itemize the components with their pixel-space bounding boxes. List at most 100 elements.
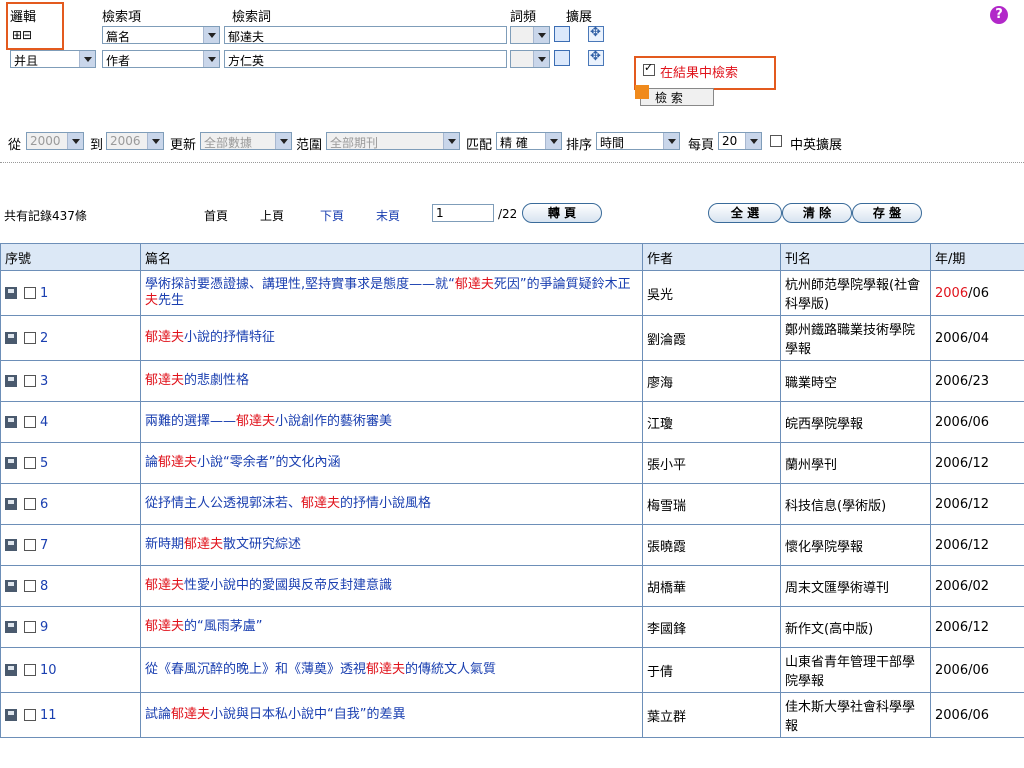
row-checkbox[interactable] (24, 709, 36, 721)
save-icon[interactable] (5, 621, 17, 633)
row-title-link[interactable]: 論郁達夫小說“零余者”的文化內涵 (145, 455, 341, 470)
go-page-button[interactable]: 轉 頁 (522, 203, 602, 223)
row-author[interactable]: 廖海 (642, 360, 781, 402)
row-title-cell[interactable]: 從《春風沉醉的晚上》和《薄奠》透視郁達夫的傳統文人氣質 (140, 647, 643, 693)
save-icon[interactable] (5, 580, 17, 592)
row-title-link[interactable]: 試論郁達夫小說與日本私小說中“自我”的差異 (145, 707, 406, 722)
row-title-link[interactable]: 郁達夫小說的抒情特征 (145, 330, 275, 345)
row-journal[interactable]: 蘭州學刊 (780, 442, 931, 484)
row-journal[interactable]: 科技信息(學術版) (780, 483, 931, 525)
prev-page-link[interactable]: 上頁 (260, 207, 284, 224)
row-author[interactable]: 張小平 (642, 442, 781, 484)
word-freq-icon[interactable] (554, 26, 570, 42)
sort-select[interactable]: 時間 (596, 132, 680, 150)
save-icon[interactable] (5, 287, 17, 299)
row-author[interactable]: 李國鋒 (642, 606, 781, 648)
save-icon[interactable] (5, 457, 17, 469)
row-journal[interactable]: 山東省青年管理干部學院學報 (780, 647, 931, 693)
clear-button[interactable]: 清 除 (782, 203, 852, 223)
row-author[interactable]: 江瓊 (642, 401, 781, 443)
save-icon[interactable] (5, 539, 17, 551)
search-within-checkbox[interactable]: ✓ (643, 61, 655, 76)
row-checkbox[interactable] (24, 498, 36, 510)
freq-select-2[interactable] (510, 50, 550, 68)
row-author[interactable]: 葉立群 (642, 692, 781, 738)
row-title-link[interactable]: 兩難的選擇——郁達夫小說創作的藝術審美 (145, 414, 392, 429)
row-checkbox[interactable] (24, 332, 36, 344)
save-icon[interactable] (5, 375, 17, 387)
save-icon[interactable] (5, 664, 17, 676)
expand-icon[interactable] (588, 25, 604, 42)
next-page-link[interactable]: 下頁 (320, 207, 344, 224)
row-journal[interactable]: 皖西學院學報 (780, 401, 931, 443)
row-author[interactable]: 劉淪霞 (642, 315, 781, 361)
row-title-link[interactable]: 新時期郁達夫散文研究綜述 (145, 537, 301, 552)
expand-icon[interactable] (588, 49, 604, 66)
row-checkbox[interactable] (24, 580, 36, 592)
cn-en-expand-checkbox[interactable] (770, 135, 782, 147)
row-title-link[interactable]: 學術探討要憑證據、講理性,堅持實事求是態度——就“郁達夫死因”的爭論質疑鈴木正夫… (145, 277, 631, 308)
scope-select[interactable]: 全部期刊 (326, 132, 460, 150)
freq-select-1[interactable] (510, 26, 550, 44)
row-journal[interactable]: 新作文(高中版) (780, 606, 931, 648)
row-title-link[interactable]: 從《春風沉醉的晚上》和《薄奠》透視郁達夫的傳統文人氣質 (145, 662, 496, 677)
save-button[interactable]: 存 盤 (852, 203, 922, 223)
row-journal[interactable]: 周末文匯學術導刊 (780, 565, 931, 607)
row-title-cell[interactable]: 試論郁達夫小說與日本私小說中“自我”的差異 (140, 692, 643, 738)
row-title-link[interactable]: 郁達夫的“風雨茅盧” (145, 619, 263, 634)
row-journal[interactable]: 杭州師范學院學報(社會科學版) (780, 270, 931, 316)
save-icon[interactable] (5, 332, 17, 344)
to-year-select[interactable]: 2006 (106, 132, 164, 150)
row-author[interactable]: 于倩 (642, 647, 781, 693)
row-title-cell[interactable]: 郁達夫的“風雨茅盧” (140, 606, 643, 648)
save-icon[interactable] (5, 709, 17, 721)
field-select-2[interactable]: 作者 (102, 50, 220, 68)
term-input-1[interactable]: 郁達夫 (224, 26, 507, 44)
word-freq-icon[interactable] (554, 50, 570, 66)
row-checkbox[interactable] (24, 621, 36, 633)
select-all-button[interactable]: 全 選 (708, 203, 782, 223)
row-author[interactable]: 梅雪瑞 (642, 483, 781, 525)
row-journal[interactable]: 鄭州鐵路職業技術學院學報 (780, 315, 931, 361)
row-journal[interactable]: 懷化學院學報 (780, 524, 931, 566)
help-icon[interactable]: ? (990, 6, 1008, 24)
row-journal[interactable]: 佳木斯大學社會科學學報 (780, 692, 931, 738)
row-title-link[interactable]: 從抒情主人公透視郭沫若、郁達夫的抒情小說風格 (145, 496, 431, 511)
expand-collapse-icons[interactable]: ⊞⊟ (12, 28, 32, 42)
row-year: 2006 (935, 707, 969, 723)
per-page-select[interactable]: 20 (718, 132, 762, 150)
row-title-cell[interactable]: 新時期郁達夫散文研究綜述 (140, 524, 643, 566)
row-journal[interactable]: 職業時空 (780, 360, 931, 402)
save-icon[interactable] (5, 416, 17, 428)
save-icon[interactable] (5, 498, 17, 510)
row-title-cell[interactable]: 學術探討要憑證據、講理性,堅持實事求是態度——就“郁達夫死因”的爭論質疑鈴木正夫… (140, 270, 643, 316)
row-title-cell[interactable]: 郁達夫小說的抒情特征 (140, 315, 643, 361)
first-page-link[interactable]: 首頁 (204, 207, 228, 224)
term-input-2[interactable]: 方仁英 (224, 50, 507, 68)
row-author[interactable]: 張曉霞 (642, 524, 781, 566)
last-page-link[interactable]: 末頁 (376, 207, 400, 224)
update-select[interactable]: 全部數據 (200, 132, 292, 150)
field-select-1[interactable]: 篇名 (102, 26, 220, 44)
row-checkbox[interactable] (24, 664, 36, 676)
row-checkbox[interactable] (24, 539, 36, 551)
row-title-cell[interactable]: 從抒情主人公透視郭沫若、郁達夫的抒情小說風格 (140, 483, 643, 525)
row-serial-cell: 11 (0, 692, 141, 738)
page-number-input[interactable]: 1 (432, 204, 494, 222)
row-title-link[interactable]: 郁達夫性愛小說中的愛國與反帝反封建意識 (145, 578, 392, 593)
row-title-cell[interactable]: 郁達夫的悲劇性格 (140, 360, 643, 402)
row-checkbox[interactable] (24, 416, 36, 428)
row-checkbox[interactable] (24, 287, 36, 299)
row-checkbox[interactable] (24, 375, 36, 387)
row-title-cell[interactable]: 兩難的選擇——郁達夫小說創作的藝術審美 (140, 401, 643, 443)
row-author[interactable]: 胡橋華 (642, 565, 781, 607)
row-title-cell[interactable]: 論郁達夫小說“零余者”的文化內涵 (140, 442, 643, 484)
from-year-select[interactable]: 2000 (26, 132, 84, 150)
row-title-link[interactable]: 郁達夫的悲劇性格 (145, 373, 249, 388)
row-author[interactable]: 吳光 (642, 270, 781, 316)
row-title-cell[interactable]: 郁達夫性愛小說中的愛國與反帝反封建意識 (140, 565, 643, 607)
logic-select-2[interactable]: 并且 (10, 50, 96, 68)
row-checkbox[interactable] (24, 457, 36, 469)
match-select[interactable]: 精 確 (496, 132, 562, 150)
search-button[interactable]: 檢 索 (635, 85, 714, 106)
